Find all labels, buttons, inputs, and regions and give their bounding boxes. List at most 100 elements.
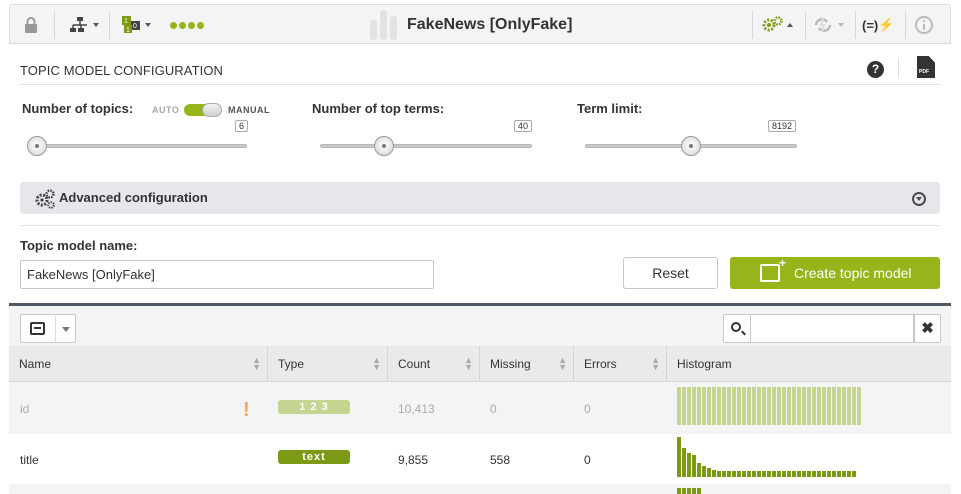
col-count[interactable]: Count ▲ ▼ xyxy=(388,346,480,382)
histogram-bar xyxy=(777,471,781,477)
histogram-bar xyxy=(707,468,711,477)
sort-icon[interactable]: ▲ ▼ xyxy=(651,356,660,372)
progress-dot xyxy=(170,22,177,29)
col-histogram: Histogram xyxy=(667,346,951,382)
type-badge: 1 2 3 xyxy=(278,400,350,414)
histogram-bar xyxy=(807,471,811,477)
histogram-bar xyxy=(802,387,806,425)
top-toolbar: 101 FakeNews [OnlyFake] (=) ⚡ xyxy=(9,4,951,44)
histogram[interactable] xyxy=(677,437,856,477)
histogram-bar xyxy=(747,471,751,477)
advanced-config-panel[interactable]: Advanced configuration xyxy=(20,182,940,214)
field-name[interactable]: title xyxy=(20,453,39,467)
histogram-bar xyxy=(807,387,811,425)
sort-icon[interactable]: ▲ ▼ xyxy=(464,356,473,372)
histogram-bar xyxy=(737,471,741,477)
select-all-dropdown[interactable] xyxy=(20,314,76,343)
pdf-icon[interactable]: PDF xyxy=(917,56,935,78)
svg-text:1: 1 xyxy=(124,18,128,25)
histogram-bar xyxy=(737,387,741,425)
histogram-bar xyxy=(677,437,681,477)
field-count: 9,855 xyxy=(398,453,429,467)
field-missing: 0 xyxy=(490,402,497,416)
progress-dots xyxy=(170,22,204,29)
histogram-bar xyxy=(702,387,706,425)
histogram-bar xyxy=(772,471,776,477)
top-terms-label: Number of top terms: xyxy=(312,101,445,116)
histogram-bar xyxy=(792,387,796,425)
histogram-bar xyxy=(827,387,831,425)
col-type[interactable]: Type ▲ ▼ xyxy=(268,346,388,382)
term-limit-slider-thumb[interactable] xyxy=(681,136,701,156)
histogram-bar xyxy=(812,471,816,477)
histogram-bar xyxy=(752,471,756,477)
histogram-bar xyxy=(717,470,721,477)
sort-icon[interactable]: ▲ ▼ xyxy=(252,356,261,372)
chevron-up-icon xyxy=(787,23,793,27)
warning-icon: ! xyxy=(243,399,250,421)
histogram-bar xyxy=(762,471,766,477)
sort-icon[interactable]: ▲ ▼ xyxy=(372,356,381,372)
col-errors[interactable]: Errors ▲ ▼ xyxy=(574,346,667,382)
top-terms-slider-thumb[interactable] xyxy=(373,136,394,156)
auto-manual-toggle[interactable] xyxy=(184,103,222,117)
col-errors-label: Errors xyxy=(584,357,617,371)
checkbox-icon[interactable] xyxy=(30,322,45,335)
field-name[interactable]: id xyxy=(20,402,29,416)
histogram-bar xyxy=(687,453,691,477)
num-topics-slider-thumb[interactable] xyxy=(27,136,48,156)
histogram-bar xyxy=(697,462,701,477)
histogram-bar xyxy=(732,387,736,425)
histogram-bar xyxy=(767,471,771,477)
gears-menu-icon[interactable] xyxy=(762,13,793,37)
histogram-bar xyxy=(832,387,836,425)
search-input[interactable] xyxy=(751,314,914,343)
help-icon[interactable]: ? xyxy=(867,61,884,78)
histogram-bar xyxy=(747,387,751,425)
chevron-down-icon xyxy=(145,23,151,27)
histogram-bar xyxy=(772,387,776,425)
col-name[interactable]: Name ▲ ▼ xyxy=(9,346,268,382)
histogram-bar xyxy=(742,471,746,477)
dataset-icon[interactable]: 101 xyxy=(122,13,151,37)
chevron-down-icon xyxy=(838,23,844,27)
histogram-bar xyxy=(827,471,831,477)
sync-icon[interactable] xyxy=(813,13,844,37)
histogram-bar xyxy=(712,387,716,425)
num-topics-slider-track[interactable] xyxy=(31,144,247,148)
histogram-bar xyxy=(767,387,771,425)
info-icon[interactable] xyxy=(915,13,933,37)
formula-icon[interactable]: (=) ⚡ xyxy=(862,13,894,37)
histogram-bar xyxy=(682,448,686,477)
histogram-bar xyxy=(852,387,856,425)
table-header: Name ▲ ▼ Type ▲ ▼ Count ▲ ▼ Missing ▲ ▼ Errors ▲ ▼… xyxy=(9,346,951,382)
top-terms-slider-track[interactable] xyxy=(320,144,532,148)
table-row[interactable] xyxy=(9,485,951,494)
create-topic-model-button[interactable]: Create topic model xyxy=(730,256,940,289)
histogram-bar xyxy=(762,387,766,425)
histogram[interactable] xyxy=(677,387,861,425)
histogram-bar xyxy=(782,471,786,477)
workflow-icon[interactable] xyxy=(70,13,99,37)
expand-circle-icon[interactable] xyxy=(912,192,926,206)
col-missing-label: Missing xyxy=(490,357,531,371)
col-missing[interactable]: Missing ▲ ▼ xyxy=(480,346,574,382)
svg-text:1: 1 xyxy=(126,27,130,34)
sort-icon[interactable]: ▲ ▼ xyxy=(558,356,567,372)
histogram-bar xyxy=(822,471,826,477)
top-terms-value: 40 xyxy=(514,120,533,132)
histogram-bar xyxy=(797,471,801,477)
search-button[interactable] xyxy=(723,314,751,343)
histogram-bar xyxy=(822,387,826,425)
lock-icon[interactable] xyxy=(24,13,38,37)
page-title: FakeNews [OnlyFake] xyxy=(407,16,573,33)
model-name-input[interactable] xyxy=(20,260,434,289)
histogram-bar xyxy=(722,470,726,477)
histogram-bar xyxy=(847,471,851,477)
histogram-bar xyxy=(707,387,711,425)
svg-text:0: 0 xyxy=(133,23,137,30)
histogram-bar xyxy=(682,387,686,425)
reset-button[interactable]: Reset xyxy=(623,257,718,289)
clear-search-button[interactable]: ✖ xyxy=(914,314,941,343)
histogram-bar xyxy=(847,387,851,425)
